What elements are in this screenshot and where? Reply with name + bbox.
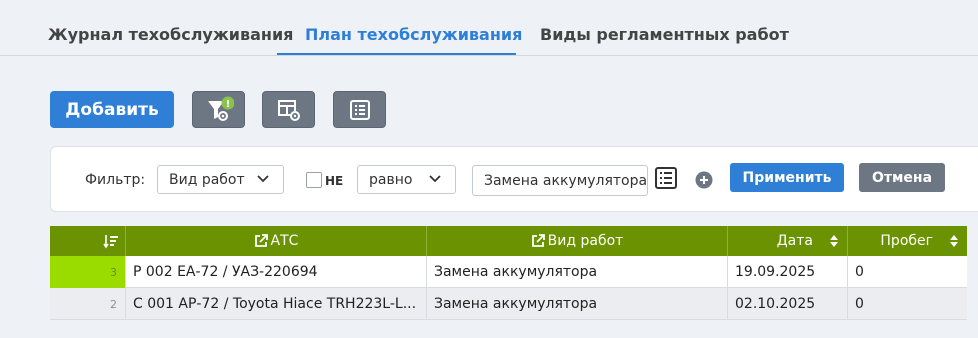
- tab-maintenance-log[interactable]: Журнал техобслуживания: [48, 25, 293, 44]
- vehicle-cell: Р 002 ЕА-72 / УАЗ-220694: [126, 256, 427, 288]
- sort-arrows-icon: [830, 235, 838, 247]
- table-row[interactable]: 3 Р 002 ЕА-72 / УАЗ-220694 Замена аккуму…: [50, 256, 967, 288]
- filter-operator-select[interactable]: равно: [357, 165, 456, 194]
- apply-button[interactable]: Применить: [730, 163, 844, 192]
- list-view-button[interactable]: [333, 91, 386, 128]
- chevron-down-icon: [429, 175, 441, 183]
- chevron-down-icon: [257, 175, 269, 183]
- tab-maintenance-plan[interactable]: План техобслуживания: [305, 25, 522, 44]
- active-tab-indicator: [277, 53, 516, 55]
- sort-arrows-icon: [950, 235, 958, 247]
- list-icon: [349, 99, 370, 120]
- mileage-cell: 0: [855, 296, 864, 312]
- sort-desc-icon: [103, 235, 118, 249]
- tab-maintenance-types[interactable]: Виды регламентных работ: [540, 25, 789, 44]
- filter-field-select[interactable]: Вид работ: [157, 165, 284, 194]
- work-type-cell: Замена аккумулятора: [427, 256, 728, 288]
- work-type-cell: Замена аккумулятора: [427, 288, 728, 320]
- date-cell: 19.09.2025: [728, 256, 848, 288]
- header-mileage-label: Пробег: [880, 233, 933, 249]
- header-mileage[interactable]: Пробег: [848, 226, 967, 256]
- mileage-cell: 0: [855, 264, 864, 280]
- row-number: 3: [50, 256, 126, 288]
- header-date-label: Дата: [776, 233, 813, 249]
- header-vehicle[interactable]: АТС: [126, 226, 427, 256]
- add-button[interactable]: Добавить: [50, 91, 174, 128]
- tab-bar: Журнал техобслуживания План техобслужива…: [0, 0, 978, 56]
- external-link-icon: [254, 234, 268, 247]
- value-list-icon[interactable]: [655, 167, 677, 189]
- filter-operator-value: равно: [369, 171, 413, 188]
- date-cell: 02.10.2025: [728, 288, 848, 320]
- table-header: АТС Вид работ Дата Пробег: [50, 226, 967, 256]
- filter-field-value: Вид работ: [169, 171, 245, 188]
- table-row[interactable]: 2 С 001 АР-72 / Toyota Hiace TRH223L-L..…: [50, 288, 967, 320]
- table-settings-button[interactable]: [262, 91, 315, 128]
- header-date[interactable]: Дата: [728, 226, 848, 256]
- header-work-type[interactable]: Вид работ: [427, 226, 728, 256]
- filter-value-input[interactable]: Замена аккумулятора: [472, 165, 648, 196]
- external-link-icon: [531, 234, 545, 247]
- header-row-number[interactable]: [50, 226, 126, 256]
- header-work-type-label: Вид работ: [547, 233, 624, 249]
- filter-value-text: Замена аккумулятора: [484, 172, 648, 189]
- table-settings-icon: [277, 99, 300, 121]
- row-number: 2: [50, 288, 126, 320]
- vehicle-cell: С 001 АР-72 / Toyota Hiace TRH223L-L...: [126, 288, 427, 320]
- filter-label: Фильтр:: [85, 172, 146, 188]
- filter-badge: !: [225, 99, 230, 110]
- add-condition-icon[interactable]: [695, 171, 713, 189]
- not-label: НЕ: [325, 174, 344, 188]
- header-vehicle-label: АТС: [270, 233, 299, 249]
- cancel-button[interactable]: Отмена: [859, 163, 945, 192]
- filter-settings-button[interactable]: !: [192, 91, 245, 128]
- not-checkbox[interactable]: [306, 172, 322, 188]
- filter-settings-icon: !: [207, 96, 234, 121]
